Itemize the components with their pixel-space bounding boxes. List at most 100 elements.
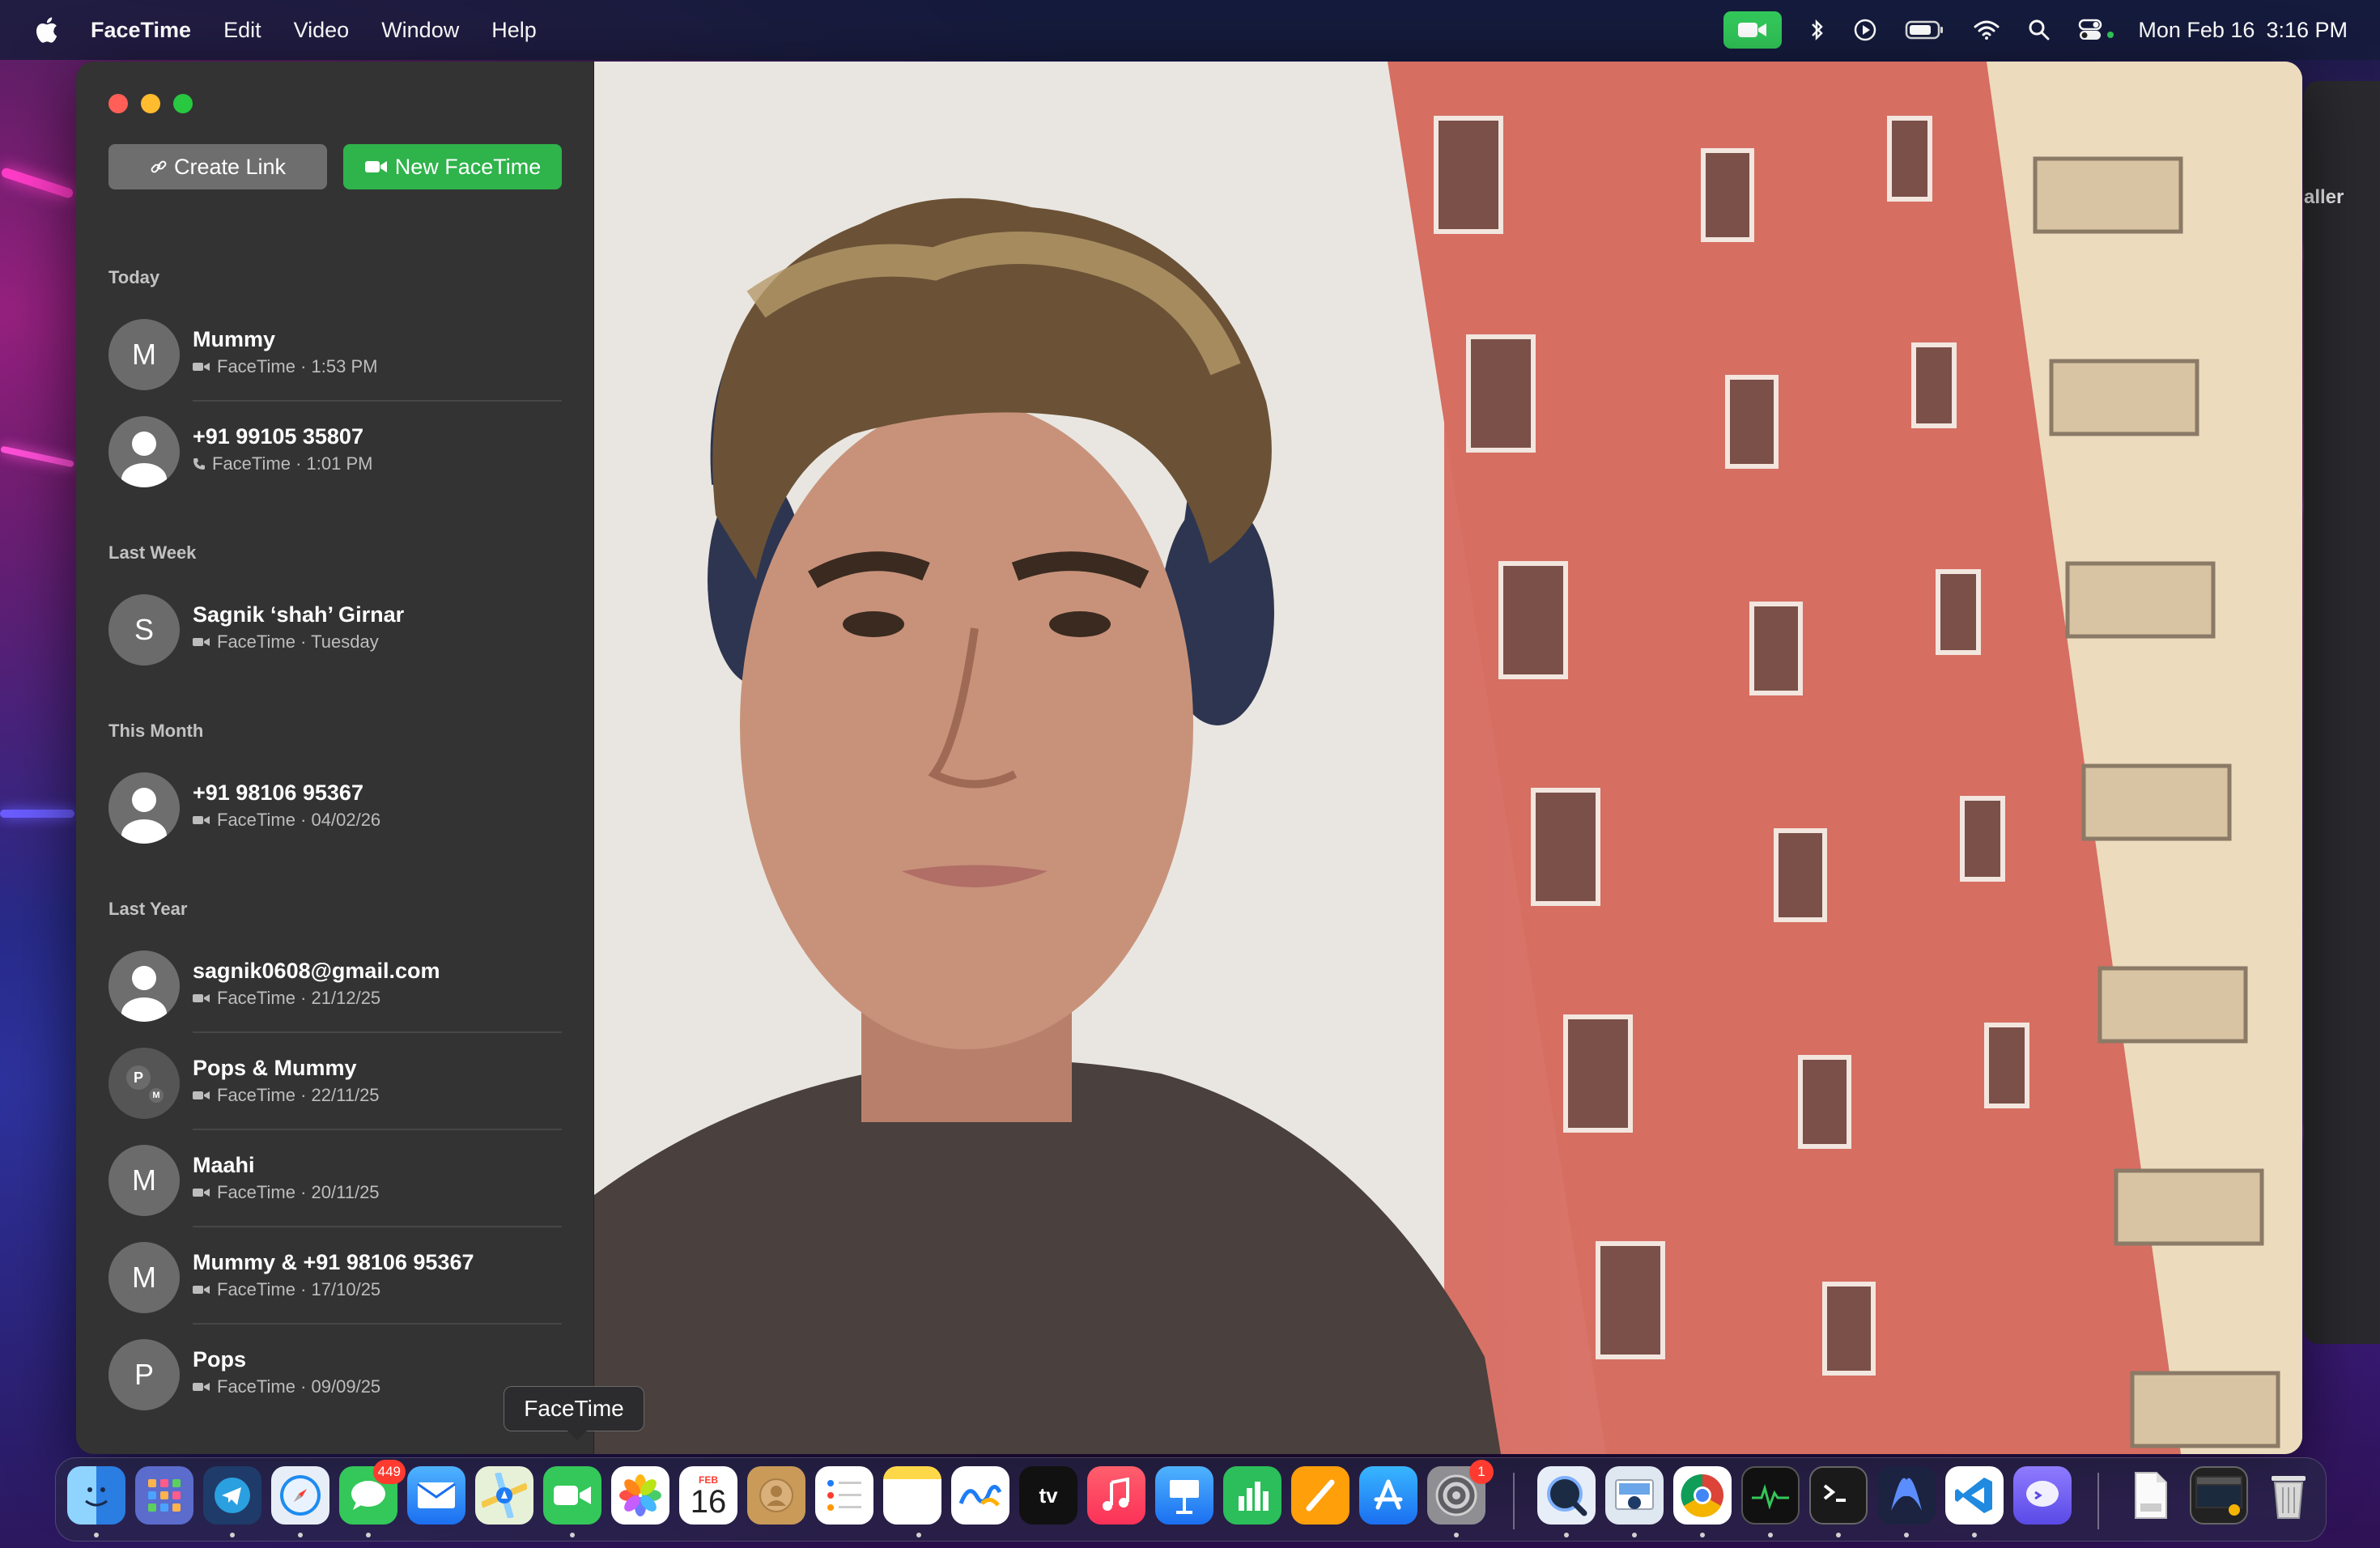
quicktime-icon[interactable] — [1537, 1466, 1596, 1525]
launchpad-icon[interactable] — [135, 1466, 193, 1525]
clock-date: Mon Feb 16 — [2138, 17, 2255, 42]
avatar: M — [108, 1145, 180, 1216]
keynote-icon[interactable] — [1155, 1466, 1213, 1525]
call-detail: FaceTime · 17/10/25 — [193, 1279, 380, 1300]
terminal-icon[interactable] — [1809, 1466, 1868, 1525]
running-indicator — [1454, 1533, 1459, 1537]
search-icon[interactable] — [2028, 0, 2051, 60]
call-detail-text: FaceTime · 04/02/26 — [217, 810, 381, 830]
running-indicator — [1700, 1533, 1705, 1537]
call-detail-text: FaceTime · Tuesday — [217, 632, 379, 652]
call-detail: FaceTime · 1:01 PM — [193, 453, 372, 474]
preview-icon[interactable] — [1605, 1466, 1664, 1525]
system-settings-icon[interactable]: 1 — [1427, 1460, 1494, 1525]
freeform-icon[interactable] — [951, 1466, 1009, 1525]
running-indicator — [230, 1533, 235, 1537]
running-indicator — [1564, 1533, 1569, 1537]
call-row-sagnik[interactable]: S Sagnik ‘shah’ Girnar FaceTime · Tuesda… — [108, 580, 562, 677]
video-camera-icon — [193, 1189, 210, 1197]
call-row-email[interactable]: sagnik0608@gmail.com FaceTime · 21/12/25 — [108, 936, 562, 1033]
battery-icon[interactable] — [1905, 0, 1945, 60]
bluetooth-icon[interactable] — [1809, 0, 1825, 60]
vscode-icon[interactable] — [1945, 1466, 2004, 1525]
minimize-window-button[interactable] — [141, 94, 160, 113]
video-camera-icon — [193, 816, 210, 824]
call-row-pops[interactable]: P Pops FaceTime · 09/09/25 — [108, 1325, 562, 1422]
document-stack-icon[interactable] — [2122, 1466, 2180, 1525]
call-row-mummy-group[interactable]: M Mummy & +91 98106 95367 FaceTime · 17/… — [108, 1227, 562, 1325]
maximize-window-button[interactable] — [173, 94, 193, 113]
calendar-icon[interactable]: FEB 16 — [679, 1466, 737, 1525]
call-row-mummy[interactable]: M Mummy FaceTime · 1:53 PM — [108, 304, 562, 402]
running-indicator — [366, 1533, 371, 1537]
app-store-icon[interactable] — [1359, 1466, 1417, 1525]
new-facetime-label: New FaceTime — [394, 154, 542, 179]
call-row-maahi[interactable]: M Maahi FaceTime · 20/11/25 — [108, 1130, 562, 1227]
facetime-status-icon[interactable] — [1723, 11, 1783, 49]
call-row-pops-mummy[interactable]: P M Pops & Mummy FaceTime · 22/11/25 — [108, 1033, 562, 1130]
apple-tv-icon[interactable]: tv — [1019, 1466, 1077, 1525]
menu-app-name[interactable]: FaceTime — [91, 18, 191, 43]
section-label-this-month: This Month — [108, 721, 204, 741]
menu-help[interactable]: Help — [491, 18, 537, 43]
create-link-label: Create Link — [173, 154, 287, 179]
messages-icon[interactable]: 449 — [339, 1460, 406, 1525]
section-label-last-year: Last Year — [108, 899, 188, 919]
apple-menu-icon[interactable] — [32, 14, 60, 46]
menu-video[interactable]: Video — [294, 18, 350, 43]
trash-icon[interactable] — [2259, 1466, 2318, 1525]
call-detail-text: FaceTime · 21/12/25 — [217, 988, 381, 1008]
reminders-icon[interactable] — [815, 1466, 873, 1525]
camera-preview-scene — [594, 62, 2302, 1454]
menu-edit[interactable]: Edit — [223, 18, 261, 43]
video-camera-icon — [193, 638, 210, 646]
menu-bar: FaceTime Edit Video Window Help Mon Feb … — [0, 0, 2380, 60]
call-detail-text: FaceTime · 1:53 PM — [217, 356, 378, 376]
phone-icon — [193, 458, 205, 470]
chrome-icon[interactable] — [1673, 1466, 1732, 1525]
wifi-icon[interactable] — [1973, 0, 2000, 60]
call-name: +91 98106 95367 — [193, 780, 363, 805]
telegram-icon[interactable] — [203, 1466, 261, 1525]
numbers-icon[interactable] — [1223, 1466, 1281, 1525]
camera-preview — [594, 62, 2302, 1454]
group-avatar: P M — [108, 1048, 180, 1119]
facetime-icon[interactable] — [543, 1466, 601, 1525]
maps-icon[interactable] — [475, 1466, 533, 1525]
running-indicator — [570, 1533, 575, 1537]
now-playing-icon[interactable] — [1853, 0, 1877, 60]
video-camera-icon — [193, 1383, 210, 1391]
call-detail: FaceTime · 21/12/25 — [193, 988, 380, 1009]
link-icon — [151, 160, 167, 173]
screenshot-stack-icon[interactable] — [2190, 1466, 2248, 1525]
photos-icon[interactable] — [611, 1466, 669, 1525]
call-row-phone-2[interactable]: +91 98106 95367 FaceTime · 04/02/26 — [108, 758, 562, 855]
call-detail-text: FaceTime · 17/10/25 — [217, 1279, 381, 1299]
activity-monitor-icon[interactable] — [1741, 1466, 1800, 1525]
mail-icon[interactable] — [407, 1466, 465, 1525]
create-link-button[interactable]: Create Link — [108, 144, 327, 189]
pages-icon[interactable] — [1291, 1466, 1349, 1525]
music-icon[interactable] — [1087, 1466, 1145, 1525]
safari-icon[interactable] — [271, 1466, 329, 1525]
call-name: Mummy & +91 98106 95367 — [193, 1250, 474, 1274]
call-detail: FaceTime · 09/09/25 — [193, 1376, 380, 1397]
contacts-icon[interactable] — [747, 1466, 805, 1525]
antigravity-icon[interactable] — [1877, 1466, 1936, 1525]
notes-icon[interactable] — [883, 1466, 941, 1525]
avatar: M — [108, 1242, 180, 1313]
finder-icon[interactable] — [67, 1466, 125, 1525]
menu-window[interactable]: Window — [381, 18, 459, 43]
menu-bar-clock[interactable]: Mon Feb 16 3:16 PM — [2138, 18, 2348, 43]
close-window-button[interactable] — [108, 94, 128, 113]
running-indicator — [94, 1533, 99, 1537]
running-indicator — [1768, 1533, 1773, 1537]
call-row-phone-1[interactable]: +91 99105 35807 FaceTime · 1:01 PM — [108, 402, 562, 499]
chat-app-icon[interactable] — [2013, 1466, 2072, 1525]
call-name: Maahi — [193, 1153, 255, 1177]
new-facetime-button[interactable]: New FaceTime — [343, 144, 562, 189]
group-avatar-initial-1: P — [126, 1065, 151, 1090]
settings-badge: 1 — [1469, 1460, 1494, 1484]
call-detail-text: FaceTime · 22/11/25 — [217, 1085, 380, 1105]
control-center-icon[interactable] — [2078, 0, 2117, 60]
